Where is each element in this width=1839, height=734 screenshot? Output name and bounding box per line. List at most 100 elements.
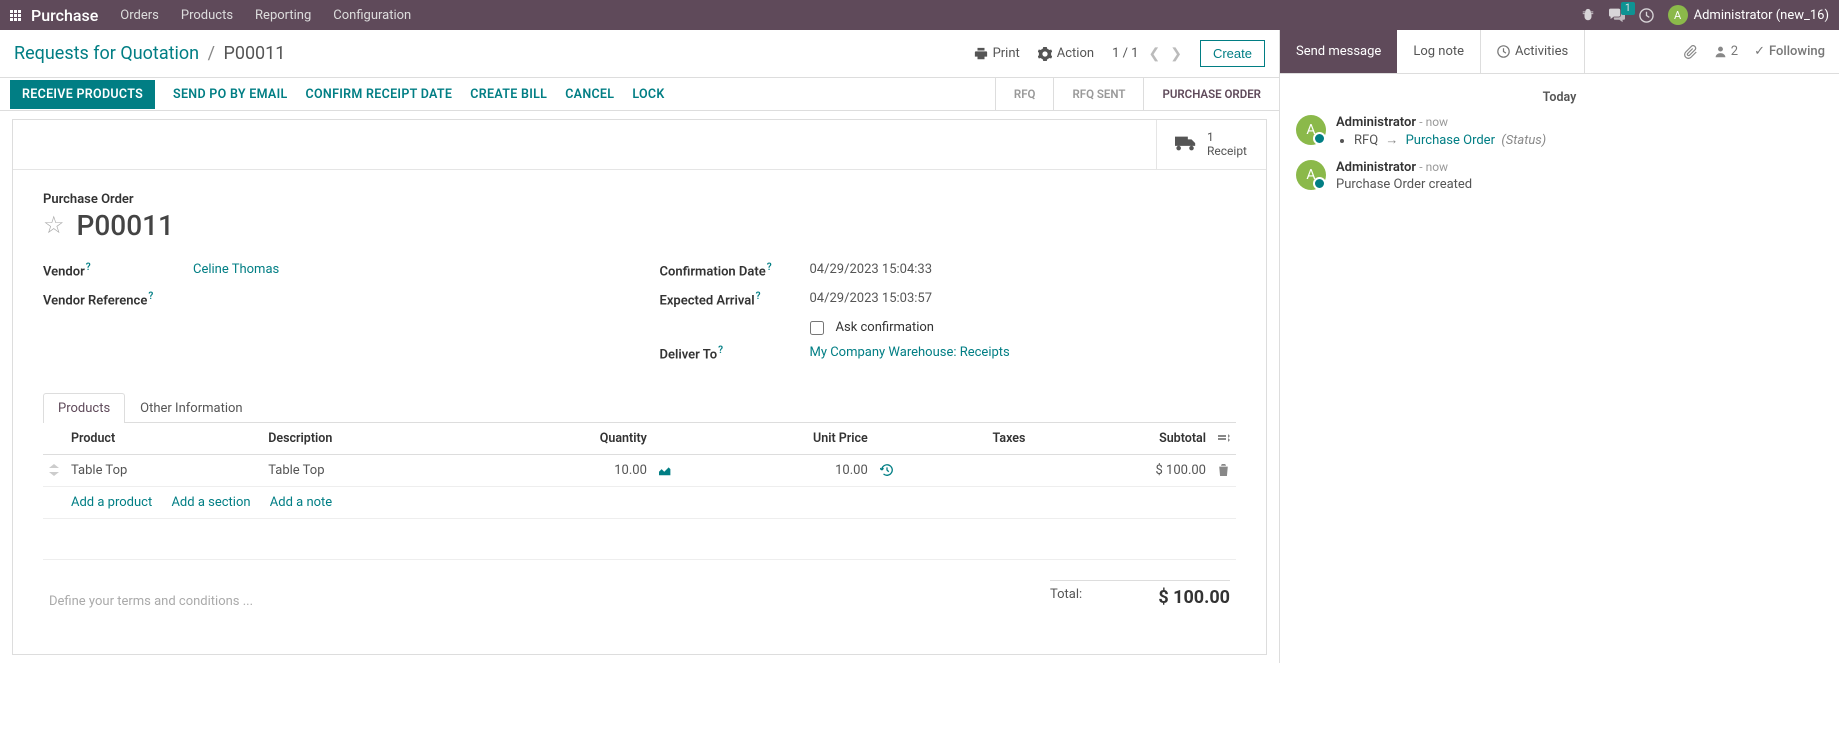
drag-handle-icon[interactable] bbox=[43, 454, 65, 486]
user-icon bbox=[1714, 45, 1727, 58]
vendor-value[interactable]: Celine Thomas bbox=[193, 262, 279, 277]
ask-confirmation-label: Ask confirmation bbox=[836, 320, 935, 335]
followers-button[interactable]: 2 bbox=[1714, 44, 1738, 59]
pager-next[interactable]: ❯ bbox=[1170, 46, 1182, 62]
pager: 1 / 1 ❮ ❯ bbox=[1112, 46, 1182, 62]
pager-prev[interactable]: ❮ bbox=[1149, 46, 1161, 62]
gear-icon bbox=[1038, 47, 1052, 61]
terms-input[interactable]: Define your terms and conditions ... bbox=[49, 580, 1050, 609]
form-sheet: 1 Receipt Purchase Order ☆ P00011 Vendor… bbox=[12, 119, 1267, 655]
nav-products[interactable]: Products bbox=[181, 8, 233, 23]
print-button[interactable]: Print bbox=[974, 46, 1020, 61]
th-taxes: Taxes bbox=[902, 423, 1032, 455]
log-item: A Administrator - now RFQ → Purchase Ord… bbox=[1296, 115, 1823, 148]
add-section-link[interactable]: Add a section bbox=[171, 495, 250, 510]
bug-icon[interactable] bbox=[1581, 8, 1595, 22]
order-lines-table: Product Description Quantity Unit Price … bbox=[43, 423, 1236, 519]
receive-products-button[interactable]: RECEIVE PRODUCTS bbox=[10, 80, 155, 109]
send-message-button[interactable]: Send message bbox=[1280, 30, 1397, 73]
receipt-count: 1 bbox=[1207, 130, 1247, 144]
create-button[interactable]: Create bbox=[1200, 40, 1265, 67]
app-name[interactable]: Purchase bbox=[31, 6, 98, 25]
log-author[interactable]: Administrator bbox=[1336, 115, 1416, 130]
cancel-button[interactable]: CANCEL bbox=[565, 87, 614, 102]
arrow-icon: → bbox=[1385, 133, 1398, 148]
create-bill-button[interactable]: CREATE BILL bbox=[470, 87, 547, 102]
cell-quantity[interactable]: 10.00 bbox=[482, 454, 653, 486]
deliver-to-value[interactable]: My Company Warehouse: Receipts bbox=[810, 345, 1010, 360]
cell-unit-price[interactable]: 10.00 bbox=[681, 454, 874, 486]
user-menu[interactable]: A Administrator (new_16) bbox=[1668, 5, 1829, 25]
confirm-receipt-date-button[interactable]: CONFIRM RECEIPT DATE bbox=[306, 87, 453, 102]
add-note-link[interactable]: Add a note bbox=[270, 495, 332, 510]
statusbar: RECEIVE PRODUCTS SEND PO BY EMAIL CONFIR… bbox=[0, 77, 1279, 111]
stage-rfq-sent[interactable]: RFQ SENT bbox=[1053, 78, 1143, 110]
clock-icon bbox=[1497, 45, 1510, 58]
vendor-label: Vendor? bbox=[43, 262, 193, 279]
confirmation-date-value: 04/29/2023 15:04:33 bbox=[810, 262, 933, 277]
print-icon bbox=[974, 47, 988, 61]
tab-other-information[interactable]: Other Information bbox=[125, 393, 257, 423]
cell-product[interactable]: Table Top bbox=[65, 454, 262, 486]
user-avatar: A bbox=[1668, 5, 1688, 25]
nav-configuration[interactable]: Configuration bbox=[333, 8, 411, 23]
add-product-link[interactable]: Add a product bbox=[71, 495, 152, 510]
log-note-button[interactable]: Log note bbox=[1397, 30, 1481, 73]
log-avatar: A bbox=[1296, 115, 1326, 145]
tab-products[interactable]: Products bbox=[43, 393, 125, 423]
pager-value: 1 / 1 bbox=[1112, 46, 1138, 61]
breadcrumb-sep: / bbox=[208, 43, 215, 64]
log-item: A Administrator - now Purchase Order cre… bbox=[1296, 160, 1823, 192]
send-po-button[interactable]: SEND PO BY EMAIL bbox=[173, 87, 288, 102]
log-avatar: A bbox=[1296, 160, 1326, 190]
log-date: Today bbox=[1296, 90, 1823, 105]
history-icon[interactable] bbox=[874, 454, 902, 486]
title-section: Purchase Order ☆ P00011 bbox=[43, 192, 1236, 242]
breadcrumb-row: Requests for Quotation / P00011 Print Ac… bbox=[0, 30, 1279, 77]
expected-arrival-label: Expected Arrival? bbox=[660, 291, 810, 308]
user-name: Administrator (new_16) bbox=[1694, 8, 1829, 23]
total-label: Total: bbox=[1050, 587, 1082, 608]
add-row: Add a product Add a section Add a note bbox=[43, 486, 1236, 518]
totals: Total: $ 100.00 bbox=[1050, 580, 1230, 614]
apps-icon[interactable] bbox=[10, 10, 21, 21]
cell-description[interactable]: Table Top bbox=[262, 454, 482, 486]
nav-orders[interactable]: Orders bbox=[120, 8, 159, 23]
log-time: - now bbox=[1419, 160, 1448, 174]
log-new-value[interactable]: Purchase Order bbox=[1406, 133, 1495, 148]
breadcrumb-root[interactable]: Requests for Quotation bbox=[14, 43, 199, 64]
cell-taxes[interactable] bbox=[902, 454, 1032, 486]
log-field: RFQ bbox=[1354, 133, 1378, 148]
action-button[interactable]: Action bbox=[1038, 46, 1094, 61]
log-author[interactable]: Administrator bbox=[1336, 160, 1416, 175]
expected-arrival-value[interactable]: 04/29/2023 15:03:57 bbox=[810, 291, 933, 306]
th-subtotal: Subtotal bbox=[1031, 423, 1212, 455]
stage-rfq[interactable]: RFQ bbox=[995, 78, 1054, 110]
title-label: Purchase Order bbox=[43, 192, 1236, 207]
lock-button[interactable]: LOCK bbox=[632, 87, 664, 102]
th-options-icon[interactable] bbox=[1212, 423, 1236, 455]
log-suffix: (Status) bbox=[1498, 133, 1546, 148]
log-time: - now bbox=[1419, 115, 1448, 129]
th-quantity: Quantity bbox=[482, 423, 653, 455]
confirmation-date-label: Confirmation Date? bbox=[660, 262, 810, 279]
activities-button[interactable]: Activities bbox=[1481, 30, 1585, 73]
tabs: Products Other Information bbox=[43, 393, 1236, 423]
attachments-icon[interactable] bbox=[1684, 45, 1698, 59]
ask-confirmation-checkbox[interactable] bbox=[810, 321, 824, 335]
stage-purchase-order[interactable]: PURCHASE ORDER bbox=[1143, 78, 1279, 110]
table-row[interactable]: Table Top Table Top 10.00 10.00 $ 100.00 bbox=[43, 454, 1236, 486]
forecast-icon[interactable] bbox=[653, 454, 681, 486]
chat-icon[interactable]: 1 bbox=[1609, 8, 1625, 22]
th-unit-price: Unit Price bbox=[681, 423, 874, 455]
following-button[interactable]: Following bbox=[1754, 44, 1825, 59]
nav-reporting[interactable]: Reporting bbox=[255, 8, 311, 23]
receipt-stat-button[interactable]: 1 Receipt bbox=[1156, 120, 1266, 169]
deliver-to-label: Deliver To? bbox=[660, 345, 810, 362]
cell-subtotal: $ 100.00 bbox=[1031, 454, 1212, 486]
delete-row-icon[interactable] bbox=[1212, 454, 1236, 486]
th-product: Product bbox=[65, 423, 262, 455]
clock-icon[interactable] bbox=[1639, 8, 1654, 23]
chat-badge: 1 bbox=[1621, 2, 1635, 15]
favorite-star-icon[interactable]: ☆ bbox=[43, 211, 65, 239]
